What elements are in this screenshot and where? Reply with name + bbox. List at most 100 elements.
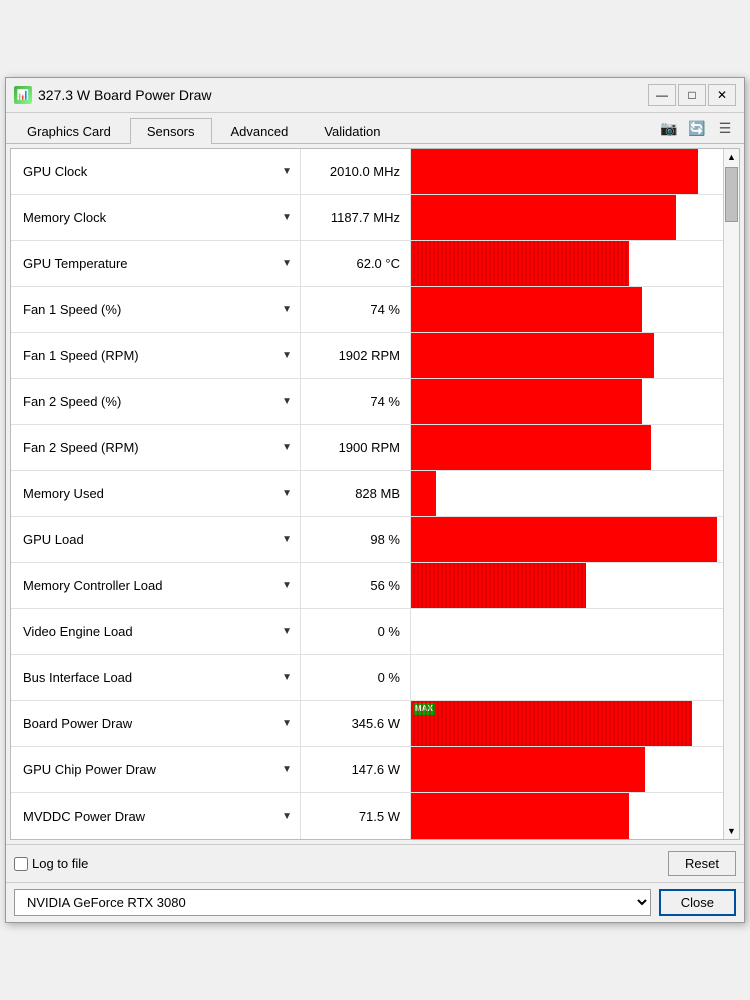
sensor-label: Fan 2 Speed (RPM) (23, 440, 139, 455)
dropdown-arrow-icon[interactable]: ▼ (282, 488, 292, 499)
sensor-name-col: GPU Temperature ▼ (11, 241, 301, 286)
window-title: 327.3 W Board Power Draw (38, 87, 212, 103)
menu-icon[interactable]: ☰ (714, 117, 736, 139)
tab-bar: Graphics Card Sensors Advanced Validatio… (6, 113, 744, 144)
sensor-bar (411, 563, 586, 608)
dropdown-arrow-icon[interactable]: ▼ (282, 534, 292, 545)
title-bar-controls: — □ ✕ (648, 84, 736, 106)
sensor-name-col: GPU Load ▼ (11, 517, 301, 562)
tab-validation[interactable]: Validation (307, 118, 397, 144)
dropdown-arrow-icon[interactable]: ▼ (282, 580, 292, 591)
main-window: 📊 327.3 W Board Power Draw — □ ✕ Graphic… (5, 77, 745, 923)
sensor-name-col: Memory Used ▼ (11, 471, 301, 516)
title-bar-left: 📊 327.3 W Board Power Draw (14, 86, 212, 104)
sensor-label: Fan 2 Speed (%) (23, 394, 121, 409)
footer: Log to file Reset (6, 844, 744, 882)
log-to-file-text: Log to file (32, 856, 88, 871)
sensor-bar-container (411, 517, 723, 562)
sensor-value: 1900 RPM (301, 425, 411, 470)
app-icon: 📊 (14, 86, 32, 104)
sensor-bar-container (411, 563, 723, 608)
sensor-row: GPU Temperature ▼ 62.0 °C (11, 241, 723, 287)
sensor-row: Video Engine Load ▼ 0 % (11, 609, 723, 655)
sensor-value: 56 % (301, 563, 411, 608)
sensor-label: Memory Clock (23, 210, 106, 225)
scrollbar[interactable]: ▲ ▼ (723, 149, 739, 839)
sensor-name-col: Video Engine Load ▼ (11, 609, 301, 654)
sensor-row: Board Power Draw ▼ 345.6 WMAX (11, 701, 723, 747)
footer-right: Reset (668, 851, 736, 876)
close-button[interactable]: Close (659, 889, 736, 916)
sensor-bar-container (411, 655, 723, 700)
sensor-row: Memory Used ▼ 828 MB (11, 471, 723, 517)
sensor-label: Bus Interface Load (23, 670, 132, 685)
tab-advanced[interactable]: Advanced (214, 118, 306, 144)
reset-button[interactable]: Reset (668, 851, 736, 876)
bottom-bar: NVIDIA GeForce RTX 3080 Close (6, 882, 744, 922)
sensor-value: 71.5 W (301, 793, 411, 839)
tab-graphics-card[interactable]: Graphics Card (10, 118, 128, 144)
max-badge: MAX (413, 703, 435, 715)
dropdown-arrow-icon[interactable]: ▼ (282, 764, 292, 775)
sensor-row: Fan 2 Speed (RPM) ▼ 1900 RPM (11, 425, 723, 471)
dropdown-arrow-icon[interactable]: ▼ (282, 350, 292, 361)
sensor-name-col: Fan 1 Speed (%) ▼ (11, 287, 301, 332)
close-window-button[interactable]: ✕ (708, 84, 736, 106)
gpu-select[interactable]: NVIDIA GeForce RTX 3080 (14, 889, 651, 916)
camera-icon[interactable]: 📷 (658, 117, 680, 139)
sensor-row: GPU Load ▼ 98 % (11, 517, 723, 563)
main-area: GPU Clock ▼ 2010.0 MHz Memory Clock ▼ 11… (11, 149, 739, 839)
sensor-bar (411, 241, 629, 286)
scroll-down-arrow[interactable]: ▼ (727, 823, 736, 839)
dropdown-arrow-icon[interactable]: ▼ (282, 811, 292, 822)
dropdown-arrow-icon[interactable]: ▼ (282, 396, 292, 407)
log-to-file-checkbox[interactable] (14, 857, 28, 871)
gpu-select-wrapper: NVIDIA GeForce RTX 3080 (14, 889, 651, 916)
title-bar: 📊 327.3 W Board Power Draw — □ ✕ (6, 78, 744, 113)
refresh-icon[interactable]: 🔄 (686, 117, 708, 139)
sensor-label: Memory Used (23, 486, 104, 501)
dropdown-arrow-icon[interactable]: ▼ (282, 304, 292, 315)
sensor-name-col: Fan 2 Speed (RPM) ▼ (11, 425, 301, 470)
sensor-bar (411, 471, 436, 516)
sensor-bar-container: MAX (411, 701, 723, 746)
sensor-bar (411, 379, 642, 424)
sensor-label: Board Power Draw (23, 716, 132, 731)
sensor-bar (411, 333, 654, 378)
sensor-value: 2010.0 MHz (301, 149, 411, 194)
dropdown-arrow-icon[interactable]: ▼ (282, 718, 292, 729)
tab-sensors[interactable]: Sensors (130, 118, 212, 144)
sensors-content: GPU Clock ▼ 2010.0 MHz Memory Clock ▼ 11… (10, 148, 740, 840)
sensor-label: MVDDC Power Draw (23, 809, 145, 824)
sensor-name-col: Memory Controller Load ▼ (11, 563, 301, 608)
sensor-name-col: MVDDC Power Draw ▼ (11, 793, 301, 839)
scroll-up-arrow[interactable]: ▲ (727, 149, 736, 165)
sensor-name-col: Board Power Draw ▼ (11, 701, 301, 746)
sensor-bar (411, 793, 629, 839)
minimize-button[interactable]: — (648, 84, 676, 106)
restore-button[interactable]: □ (678, 84, 706, 106)
sensor-label: GPU Clock (23, 164, 87, 179)
scroll-thumb[interactable] (725, 167, 738, 222)
sensor-row: MVDDC Power Draw ▼ 71.5 W (11, 793, 723, 839)
dropdown-arrow-icon[interactable]: ▼ (282, 258, 292, 269)
sensor-label: Video Engine Load (23, 624, 133, 639)
sensor-bar-container (411, 287, 723, 332)
sensor-name-col: Fan 1 Speed (RPM) ▼ (11, 333, 301, 378)
dropdown-arrow-icon[interactable]: ▼ (282, 626, 292, 637)
sensor-name-col: GPU Chip Power Draw ▼ (11, 747, 301, 792)
log-to-file-label[interactable]: Log to file (14, 856, 88, 871)
dropdown-arrow-icon[interactable]: ▼ (282, 166, 292, 177)
sensor-bar-container (411, 425, 723, 470)
sensor-bar: MAX (411, 701, 692, 746)
sensor-value: 828 MB (301, 471, 411, 516)
sensor-bar (411, 195, 676, 240)
sensor-name-col: Bus Interface Load ▼ (11, 655, 301, 700)
sensor-bar-container (411, 379, 723, 424)
dropdown-arrow-icon[interactable]: ▼ (282, 442, 292, 453)
sensor-bar (411, 287, 642, 332)
dropdown-arrow-icon[interactable]: ▼ (282, 212, 292, 223)
dropdown-arrow-icon[interactable]: ▼ (282, 672, 292, 683)
sensor-row: Memory Controller Load ▼ 56 % (11, 563, 723, 609)
sensor-value: 0 % (301, 655, 411, 700)
